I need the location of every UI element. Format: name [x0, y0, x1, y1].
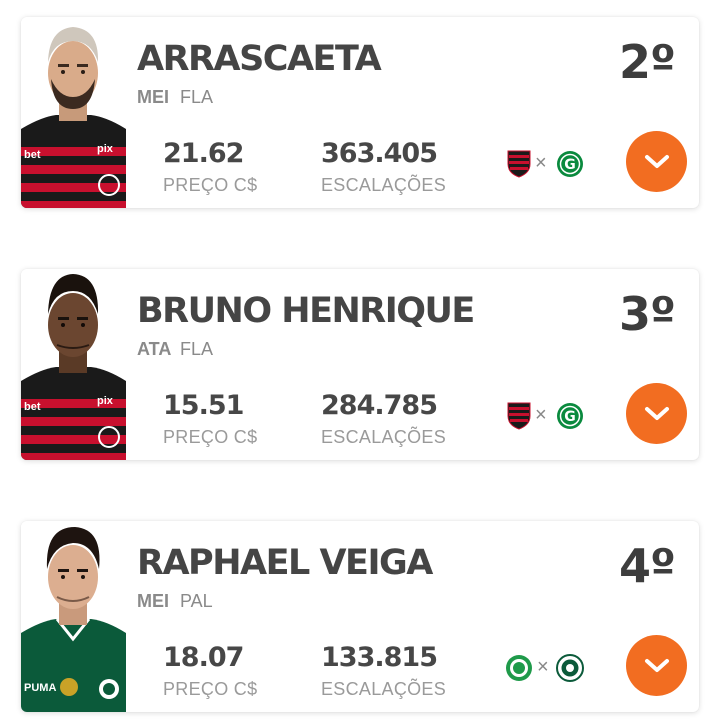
svg-text:bet: bet	[24, 149, 41, 161]
player-name: RAPHAEL VEIGA	[137, 543, 433, 583]
flamengo-crest-icon	[507, 150, 531, 178]
svg-text:G: G	[564, 409, 576, 425]
goias-crest-icon: G	[557, 151, 583, 177]
player-name: BRUNO HENRIQUE	[137, 291, 475, 331]
player-club: FLA	[180, 339, 214, 359]
player-club: FLA	[180, 87, 214, 107]
versus-label: ×	[535, 152, 547, 174]
goias-crest-icon: G	[557, 403, 583, 429]
price-value: 21.62	[163, 138, 244, 169]
player-card: bet pix BRUNO HENRIQUE ATA FLA 3º 15.51 …	[21, 269, 699, 460]
price-value: 18.07	[163, 642, 244, 673]
versus-label: ×	[535, 404, 547, 426]
versus-label: ×	[537, 656, 549, 678]
match-info: ×	[505, 654, 584, 682]
chevron-down-icon	[644, 406, 669, 420]
svg-text:pix: pix	[97, 395, 114, 407]
escalacoes-label: ESCALAÇÕES	[321, 427, 447, 447]
match-info: × G	[507, 402, 585, 430]
flamengo-crest-icon	[507, 402, 531, 430]
player-photo: PUMA	[21, 521, 126, 712]
player-photo: bet pix	[21, 17, 126, 208]
escalacoes-value: 133.815	[321, 642, 438, 673]
svg-text:pix: pix	[97, 143, 114, 155]
escalacoes-label: ESCALAÇÕES	[321, 175, 447, 195]
svg-text:bet: bet	[24, 401, 41, 413]
price-label: PREÇO C$	[163, 175, 258, 195]
palmeiras-crest-icon	[556, 654, 584, 682]
player-rank: 4º	[619, 539, 676, 593]
svg-text:G: G	[564, 157, 576, 173]
player-position: ATA	[137, 339, 172, 359]
chevron-down-icon	[644, 658, 669, 672]
player-photo: bet pix	[21, 269, 126, 460]
svg-text:PUMA: PUMA	[24, 682, 56, 694]
player-rank: 2º	[619, 35, 676, 89]
player-card: bet pix ARRASCAETA MEI FLA 2º 21.62 PREÇ…	[21, 17, 699, 208]
juventude-crest-icon	[506, 655, 532, 681]
price-value: 15.51	[163, 390, 244, 421]
escalacoes-label: ESCALAÇÕES	[321, 679, 447, 699]
player-card: PUMA RAPHAEL VEIGA MEI PAL 4º 18.07 PREÇ…	[21, 521, 699, 712]
escalacoes-value: 363.405	[321, 138, 438, 169]
player-rank: 3º	[619, 287, 676, 341]
match-info: × G	[507, 150, 585, 178]
escalacoes-value: 284.785	[321, 390, 438, 421]
player-position: MEI	[137, 87, 170, 107]
expand-button[interactable]	[626, 635, 687, 696]
chevron-down-icon	[644, 154, 669, 168]
expand-button[interactable]	[626, 131, 687, 192]
player-club: PAL	[180, 591, 213, 611]
player-name: ARRASCAETA	[137, 39, 382, 79]
player-position: MEI	[137, 591, 170, 611]
price-label: PREÇO C$	[163, 427, 258, 447]
expand-button[interactable]	[626, 383, 687, 444]
price-label: PREÇO C$	[163, 679, 258, 699]
